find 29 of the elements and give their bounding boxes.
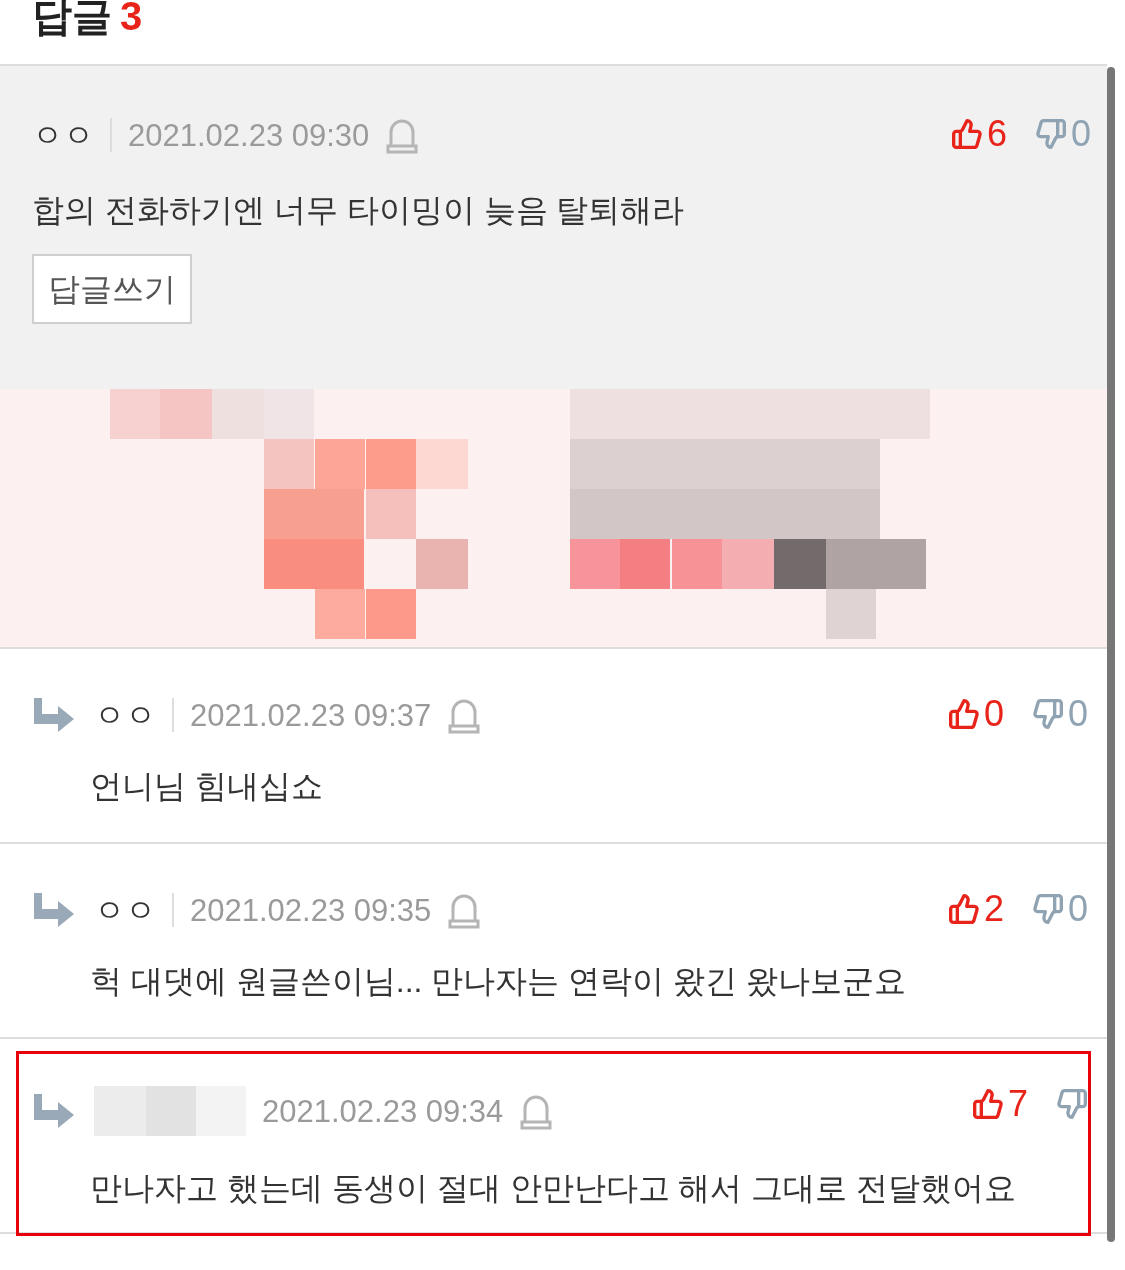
comment-date: 2021.02.23 09:37: [190, 699, 432, 731]
thumbs-up-icon[interactable]: [971, 1088, 1004, 1120]
like-count: 7: [1007, 1086, 1028, 1122]
reply-text: 언니님 힘내십쇼: [90, 770, 324, 802]
thumbs-down-icon[interactable]: [1056, 1088, 1088, 1120]
comment-text: 합의 전화하기엔 너무 타이밍이 늦음 탈퇴해라: [32, 194, 686, 226]
comment-date: 2021.02.23 09:35: [190, 894, 432, 926]
reply-text: 만나자고 했는데 동생이 절대 안만난다고 해서 그대로 전달했어요: [90, 1172, 1018, 1204]
dislike-count: 0: [1070, 116, 1091, 152]
like-count: 2: [983, 891, 1004, 927]
reply-heading: 답글 3: [32, 0, 143, 36]
dislike-count: 0: [1067, 891, 1088, 927]
thumbs-up-icon[interactable]: [947, 893, 980, 925]
thumbs-down-icon[interactable]: [1031, 698, 1064, 730]
author-name: ㅇㅇ: [94, 894, 156, 926]
like-count: 0: [983, 696, 1004, 732]
thumbs-down-icon[interactable]: [1034, 118, 1067, 150]
reply-text: 헉 대댓에 원글쓴이님... 만나자는 연락이 왔긴 왔나보군요: [90, 965, 907, 997]
comment-date: 2021.02.23 09:34: [262, 1095, 504, 1127]
thumbs-up-icon[interactable]: [950, 118, 983, 150]
comment-date: 2021.02.23 09:30: [128, 119, 370, 151]
thumbs-down-icon[interactable]: [1031, 893, 1064, 925]
author-name: ㅇㅇ: [94, 699, 156, 731]
author-name: ㅇㅇ: [32, 119, 94, 151]
like-count: 6: [986, 116, 1007, 152]
thumbs-up-icon[interactable]: [947, 698, 980, 730]
reply-button[interactable]: 답글쓰기: [32, 254, 192, 324]
dislike-count: 0: [1067, 696, 1088, 732]
scrollbar[interactable]: [1107, 67, 1115, 1242]
